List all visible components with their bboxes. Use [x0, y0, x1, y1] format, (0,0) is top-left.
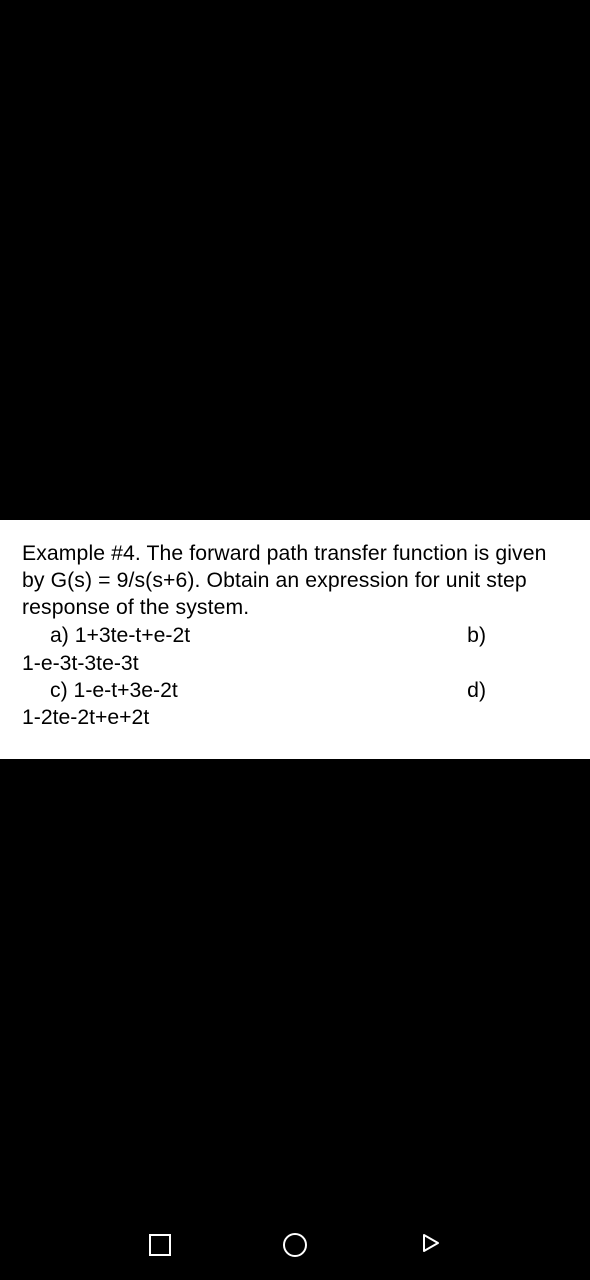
- option-b-continuation: 1-e-3t-3te-3t: [22, 650, 568, 677]
- navigation-bar: [0, 1210, 590, 1280]
- back-button[interactable]: [410, 1225, 450, 1265]
- options-list: a) 1+3te-t+e-2t b) 1-e-3t-3te-3t c) 1-e-…: [22, 622, 568, 731]
- option-c: c) 1-e-t+3e-2t: [22, 677, 178, 704]
- option-row-cd: c) 1-e-t+3e-2t d): [22, 677, 568, 704]
- option-d: d): [467, 677, 568, 704]
- question-panel: Example #4. The forward path transfer fu…: [0, 520, 590, 759]
- option-row-ab: a) 1+3te-t+e-2t b): [22, 622, 568, 649]
- option-a: a) 1+3te-t+e-2t: [22, 622, 190, 649]
- triangle-icon: [418, 1231, 442, 1260]
- square-icon: [149, 1234, 171, 1256]
- question-text: Example #4. The forward path transfer fu…: [22, 540, 568, 621]
- recent-apps-button[interactable]: [140, 1225, 180, 1265]
- home-button[interactable]: [275, 1225, 315, 1265]
- option-d-continuation: 1-2te-2t+e+2t: [22, 704, 568, 731]
- circle-icon: [283, 1233, 307, 1257]
- option-b: b): [467, 622, 568, 649]
